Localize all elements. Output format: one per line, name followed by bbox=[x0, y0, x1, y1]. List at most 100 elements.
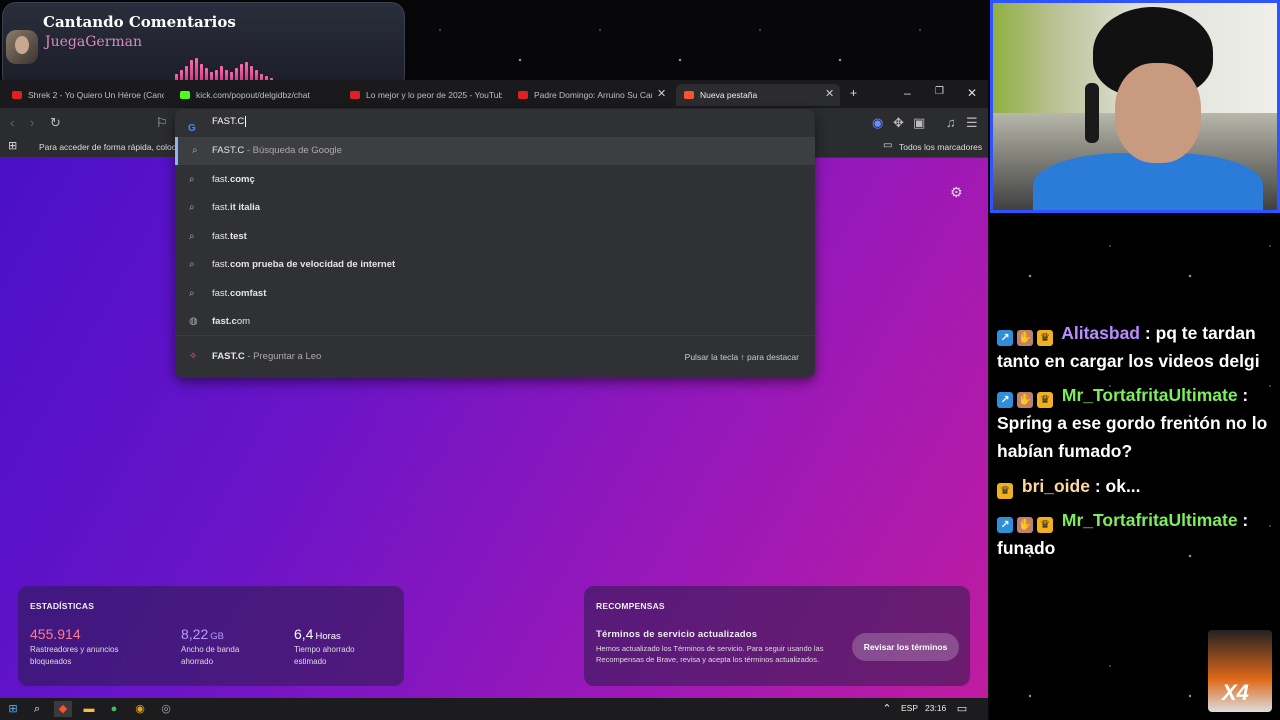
media-icon[interactable]: ♫ bbox=[946, 115, 956, 130]
chat-message: ↗ ✋ ♛ Mr_TortafritaUltimate : funado bbox=[997, 510, 1249, 558]
chat-text: ok... bbox=[1105, 476, 1141, 496]
brave-shields-icon[interactable]: ◉ bbox=[872, 115, 883, 131]
suggestion-item[interactable]: ⌕ fast.comfast bbox=[175, 280, 815, 308]
suggestion-item[interactable]: ⌕ fast.it italia bbox=[175, 194, 815, 222]
apps-icon[interactable]: ⊞ bbox=[8, 139, 17, 152]
stream-layout: Cantando Comentarios JuegaGerman Shrek 2… bbox=[0, 0, 1280, 720]
reload-icon[interactable]: ↻ bbox=[50, 115, 61, 131]
tab-label: Lo mejor y lo peor de 2025 - YouTub bbox=[366, 90, 502, 100]
rewards-title: Términos de servicio actualizados bbox=[596, 629, 758, 640]
tab-new-tab[interactable]: Nueva pestaña bbox=[676, 84, 840, 106]
divider bbox=[175, 335, 815, 336]
hand-badge-icon: ✋ bbox=[1017, 330, 1033, 346]
chat-text: funado bbox=[997, 538, 1056, 558]
stat-trackers-value: 455.914 bbox=[30, 626, 81, 642]
chat-username: Mr_TortafritaUltimate bbox=[1061, 510, 1238, 530]
review-terms-button[interactable]: Revisar los términos bbox=[852, 633, 959, 661]
search-icon[interactable]: ⌕ bbox=[28, 701, 46, 717]
tab-label: kick.com/popout/delgidbz/chat bbox=[196, 90, 310, 100]
rewards-heading: RECOMPENSAS bbox=[596, 601, 665, 611]
chat-text: Spring a ese gordo frentón no lo habían … bbox=[997, 413, 1268, 461]
stat-time-label: Tiempo ahorrado estimado bbox=[294, 645, 355, 666]
crown-icon: ♛ bbox=[997, 483, 1013, 499]
tab-shrek[interactable]: Shrek 2 - Yo Quiero Un Héroe (Canc bbox=[4, 84, 164, 106]
webcam-face bbox=[1115, 63, 1201, 163]
chat-message: ↗ ✋ ♛ Mr_TortafritaUltimate : Spring a ese… bbox=[997, 385, 1268, 461]
notification-icon[interactable]: ▭ bbox=[953, 701, 971, 717]
rewards-card: RECOMPENSAS Términos de servicio actuali… bbox=[584, 586, 970, 686]
tab-strip: Shrek 2 - Yo Quiero Un Héroe (Canc kick.… bbox=[0, 80, 988, 108]
gear-icon[interactable]: ⚙ bbox=[950, 184, 963, 201]
new-tab-button[interactable]: + bbox=[850, 86, 857, 100]
bookmark-icon[interactable]: ⚐ bbox=[156, 115, 168, 131]
badge-icon: ↗ bbox=[997, 392, 1013, 408]
minimize-button[interactable]: – bbox=[904, 86, 911, 100]
tab-padre-domingo[interactable]: Padre Domingo: Arruino Su Carr bbox=[510, 84, 652, 106]
multiplier-badge: X4 bbox=[1222, 680, 1249, 705]
chat-username: bri_oide bbox=[1021, 476, 1090, 496]
stat-time-value: 6,4 Horas bbox=[294, 626, 341, 642]
youtube-icon bbox=[350, 91, 360, 99]
chat-message: ♛ bri_oide : ok... bbox=[997, 472, 1277, 500]
folder-icon[interactable]: ▬ bbox=[80, 701, 98, 717]
back-icon[interactable]: ‹ bbox=[10, 115, 14, 130]
sidebar-icon[interactable]: ▣ bbox=[913, 115, 925, 131]
stat-bandwidth-label: Ancho de banda ahorrado bbox=[181, 645, 240, 666]
suggestion-item[interactable]: ⌕ FAST.C - Búsqueda de Google bbox=[175, 137, 815, 165]
artist-avatar bbox=[6, 30, 38, 64]
kick-icon bbox=[180, 91, 190, 99]
obs-icon[interactable]: ◎ bbox=[157, 701, 175, 717]
brave-icon bbox=[684, 91, 694, 99]
tab-kick[interactable]: kick.com/popout/delgidbz/chat bbox=[172, 84, 332, 106]
search-icon: ⌕ bbox=[189, 231, 195, 242]
app-icon[interactable]: ● bbox=[105, 701, 123, 717]
search-icon: ⌕ bbox=[189, 174, 195, 185]
close-tab-icon[interactable]: ✕ bbox=[657, 87, 666, 100]
rewards-body: Hemos actualizado los Términos de servic… bbox=[596, 644, 824, 664]
hand-badge-icon: ✋ bbox=[1017, 517, 1033, 533]
extensions-icon[interactable]: ✥ bbox=[893, 115, 904, 131]
language-indicator[interactable]: ESP bbox=[901, 703, 918, 713]
tray-chevron-icon[interactable]: ⌃ bbox=[878, 701, 896, 717]
crown-icon: ♛ bbox=[1037, 330, 1053, 346]
tab-label: Shrek 2 - Yo Quiero Un Héroe (Canc bbox=[28, 90, 164, 100]
forward-icon[interactable]: › bbox=[30, 115, 34, 130]
search-icon: ⌕ bbox=[189, 288, 195, 299]
bookmarks-hint: Para acceder de forma rápida, coloca bbox=[39, 142, 181, 152]
close-tab-icon[interactable]: ✕ bbox=[825, 87, 834, 100]
tab-label: Nueva pestaña bbox=[700, 90, 758, 100]
chat-username: Mr_TortafritaUltimate bbox=[1061, 385, 1238, 405]
browser-window: Shrek 2 - Yo Quiero Un Héroe (Canc kick.… bbox=[0, 80, 988, 698]
all-bookmarks-link[interactable]: Todos los marcadores bbox=[899, 142, 982, 152]
menu-icon[interactable]: ☰ bbox=[966, 115, 978, 131]
suggestion-item[interactable]: ◍ fast.com bbox=[175, 308, 815, 336]
stat-trackers-label: Rastreadores y anuncios bloqueados bbox=[30, 645, 119, 666]
song-artist: JuegaGerman bbox=[45, 34, 143, 50]
now-playing-widget: Cantando Comentarios JuegaGerman bbox=[2, 2, 405, 90]
crown-icon: ♛ bbox=[1037, 517, 1053, 533]
hand-badge-icon: ✋ bbox=[1017, 392, 1033, 408]
suggestion-item[interactable]: ⌕ fast.com prueba de velocidad de interne… bbox=[175, 251, 815, 279]
webcam-feed bbox=[990, 0, 1280, 213]
stat-bandwidth-value: 8,22 GB bbox=[181, 626, 224, 642]
restore-button[interactable]: ❐ bbox=[935, 86, 944, 97]
chat-message: ↗ ✋ ♛ Alitasbad : pq te tardan tanto en ca… bbox=[997, 323, 1260, 371]
windows-start-icon[interactable]: ⊞ bbox=[4, 701, 22, 717]
stats-heading: ESTADÍSTICAS bbox=[30, 601, 95, 611]
tab-lo-mejor[interactable]: Lo mejor y lo peor de 2025 - YouTub bbox=[342, 84, 502, 106]
clock[interactable]: 23:16 bbox=[925, 703, 946, 713]
suggestion-item[interactable]: ⌕ fast.comç bbox=[175, 166, 815, 194]
omnibox-dropdown: G FAST.C ⌕ FAST.C - Búsqueda de Google ⌕ f… bbox=[175, 109, 815, 378]
chat-username: Alitasbad bbox=[1061, 323, 1140, 343]
close-window-button[interactable]: ✕ bbox=[967, 86, 977, 100]
headphones bbox=[1085, 83, 1099, 143]
leo-hint: Pulsar la tecla ↑ para destacar bbox=[684, 352, 799, 362]
search-icon: ⌕ bbox=[189, 202, 195, 213]
leo-suggestion[interactable]: ✧ FAST.C - Preguntar a Leo Pulsar la tecla… bbox=[175, 343, 815, 371]
chrome-icon[interactable]: ◉ bbox=[131, 701, 149, 717]
brave-taskbar-icon[interactable]: ◆ bbox=[54, 701, 72, 717]
suggestion-item[interactable]: ⌕ fast.test bbox=[175, 223, 815, 251]
stats-card: ESTADÍSTICAS 455.914 Rastreadores y anun… bbox=[18, 586, 404, 686]
badge-icon: ↗ bbox=[997, 517, 1013, 533]
address-bar-input[interactable]: G FAST.C bbox=[175, 109, 815, 135]
